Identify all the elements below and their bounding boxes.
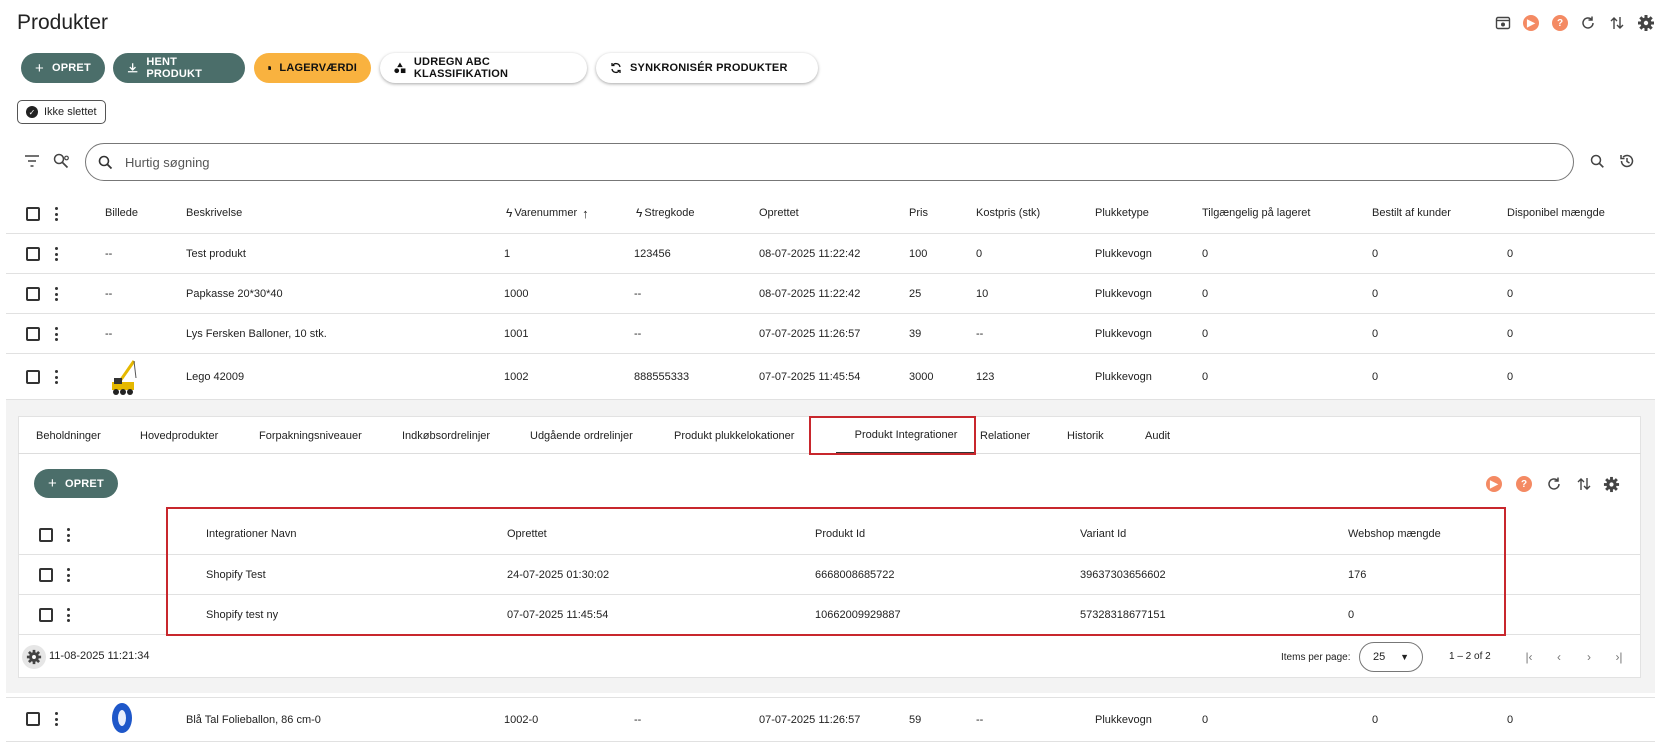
active-tab-highlight (809, 416, 976, 455)
search-placeholder: Hurtig søgning (125, 154, 210, 170)
search-refresh-icon[interactable] (1589, 153, 1605, 172)
tab-purchase-order-lines[interactable]: Indkøbsordrelinjer (402, 417, 490, 454)
sort-icon[interactable] (1607, 13, 1627, 33)
shapes-icon (394, 62, 406, 74)
arrow-up-icon: ↑ (582, 205, 589, 221)
select-all-checkbox[interactable] (39, 528, 53, 542)
tab-main-products[interactable]: Hovedprodukter (140, 417, 218, 454)
table-row[interactable]: Blå Tal Folieballon, 86 cm-0 1002-0 -- 0… (6, 697, 1655, 742)
bolt-icon: ϟ (636, 206, 643, 220)
table-row[interactable]: Lego 42009 1002 888555333 07-07-2025 11:… (6, 354, 1655, 400)
plus-icon: + (48, 475, 57, 492)
refresh-icon[interactable] (1578, 13, 1598, 33)
filter-icon[interactable] (24, 154, 40, 171)
items-per-page-select[interactable]: 25 ▼ (1359, 642, 1423, 672)
settings-icon[interactable] (1636, 13, 1656, 33)
tab-history[interactable]: Historik (1067, 417, 1104, 454)
sort-icon[interactable] (1574, 475, 1594, 493)
row-checkbox[interactable] (39, 568, 53, 582)
product-image-balloon[interactable] (110, 702, 134, 739)
filter-chip-not-deleted[interactable]: ✓ Ikke slettet (17, 100, 106, 124)
col-barcode[interactable]: ϟ Stregkode (636, 193, 695, 233)
tab-packaging-levels[interactable]: Forpakningsniveauer (259, 417, 362, 454)
col-pick-type[interactable]: Plukketype (1095, 193, 1149, 233)
tab-audit[interactable]: Audit (1145, 417, 1170, 454)
col-image: Billede (105, 207, 139, 219)
quick-search-field[interactable]: Hurtig søgning (85, 143, 1574, 181)
create-button[interactable]: + OPRET (21, 53, 105, 83)
first-page-icon[interactable]: |‹ (1522, 650, 1536, 664)
more-icon[interactable] (66, 608, 70, 622)
col-price[interactable]: Pris (909, 193, 928, 233)
tab-relations[interactable]: Relationer (980, 417, 1030, 454)
sync-icon (611, 62, 621, 74)
next-page-icon[interactable]: › (1582, 650, 1596, 664)
row-checkbox[interactable] (26, 287, 40, 301)
caret-down-icon: ▼ (1400, 652, 1409, 662)
more-icon[interactable] (54, 712, 58, 726)
settings-icon[interactable] (1602, 475, 1620, 493)
more-icon[interactable] (54, 287, 58, 301)
col-ordered[interactable]: Bestilt af kunder (1372, 193, 1451, 233)
col-created[interactable]: Oprettet (759, 193, 799, 233)
row-checkbox[interactable] (26, 327, 40, 341)
pagination-range: 1 – 2 of 2 (1449, 651, 1491, 662)
select-all-checkbox[interactable] (26, 207, 40, 221)
product-image-crane[interactable] (108, 358, 142, 399)
more-icon[interactable] (66, 568, 70, 582)
abc-classification-button[interactable]: UDREGN ABC KLASSIFIKATION (380, 53, 587, 83)
bolt-icon: ϟ (506, 206, 513, 220)
row-checkbox[interactable] (39, 608, 53, 622)
check-circle-icon: ✓ (26, 106, 38, 118)
detail-toolbar-icons: ▶ ? (1484, 475, 1619, 493)
footer-timestamp: 11-08-2025 11:21:34 (49, 650, 150, 662)
col-disposable[interactable]: Disponibel mængde (1507, 193, 1605, 233)
play-icon[interactable]: ▶ (1484, 475, 1504, 493)
more-icon[interactable] (54, 327, 58, 341)
top-toolbar-icons: ▶ ? (1491, 13, 1661, 33)
prev-page-icon[interactable]: ‹ (1552, 650, 1566, 664)
row-checkbox[interactable] (26, 370, 40, 384)
table-header: Billede Beskrivelse ϟ Varenummer ↑ ϟ Str… (6, 193, 1655, 234)
col-cost[interactable]: Kostpris (stk) (976, 193, 1040, 233)
table-row[interactable]: -- Lys Fersken Balloner, 10 stk. 1001 --… (6, 314, 1655, 354)
items-per-page-label: Items per page: (1281, 652, 1351, 663)
row-checkbox[interactable] (26, 247, 40, 261)
more-icon[interactable] (66, 528, 70, 542)
more-icon[interactable] (54, 247, 58, 261)
history-icon[interactable] (1619, 153, 1635, 172)
col-available[interactable]: Tilgængelig på lageret (1202, 193, 1310, 233)
play-icon[interactable]: ▶ (1521, 13, 1541, 33)
integrations-highlight (166, 507, 1506, 636)
refresh-icon[interactable] (1544, 475, 1564, 493)
search-icon (98, 155, 113, 169)
page-title: Produkter (17, 11, 109, 34)
document-icon (268, 66, 272, 70)
help-icon[interactable]: ? (1550, 13, 1570, 33)
advanced-search-icon[interactable] (53, 153, 70, 172)
tab-holdings[interactable]: Beholdninger (36, 417, 101, 454)
fetch-product-button[interactable]: HENT PRODUKT (113, 53, 245, 83)
stock-value-button[interactable]: LAGERVÆRDI (254, 53, 371, 83)
table-row[interactable]: -- Test produkt 1 123456 08-07-2025 11:2… (6, 234, 1655, 274)
more-icon[interactable] (54, 207, 58, 221)
col-item-number[interactable]: ϟ Varenummer ↑ (506, 193, 589, 233)
more-icon[interactable] (54, 370, 58, 384)
col-description[interactable]: Beskrivelse (186, 193, 242, 233)
tab-outgoing-order-lines[interactable]: Udgående ordrelinjer (530, 417, 633, 454)
plus-icon: + (35, 59, 44, 77)
download-icon (127, 63, 138, 73)
sync-products-button[interactable]: SYNKRONISÉR PRODUKTER (596, 53, 818, 83)
detail-create-button[interactable]: + OPRET (34, 469, 118, 498)
footer-settings-icon[interactable] (22, 645, 46, 669)
help-icon[interactable]: ? (1514, 475, 1534, 493)
tab-pick-locations[interactable]: Produkt plukkelokationer (674, 417, 794, 454)
row-checkbox[interactable] (26, 712, 40, 726)
window-icon[interactable] (1493, 13, 1513, 33)
table-row[interactable]: -- Papkasse 20*30*40 1000 -- 08-07-2025 … (6, 274, 1655, 314)
last-page-icon[interactable]: ›| (1612, 650, 1626, 664)
